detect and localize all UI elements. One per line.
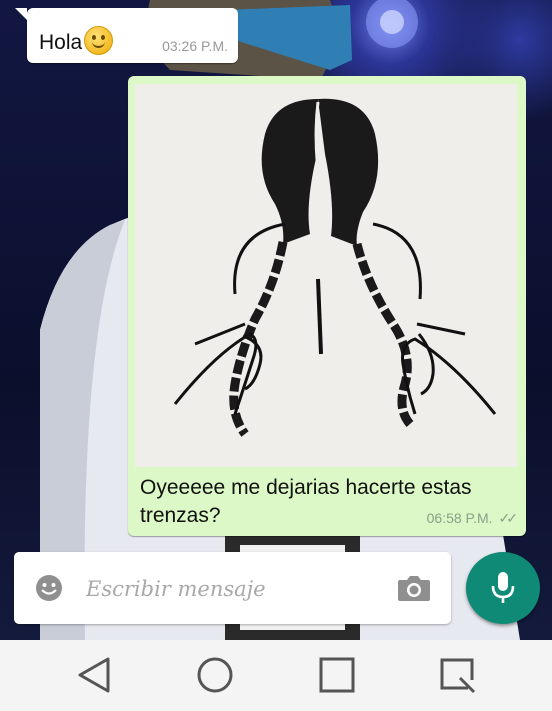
message-composer <box>14 552 451 624</box>
outgoing-message-bubble[interactable]: Oyeeeee me dejarias hacerte estas trenza… <box>128 76 526 536</box>
image-attachment[interactable] <box>135 84 517 467</box>
smiley-icon[interactable] <box>34 573 64 608</box>
system-navigation-bar <box>0 640 552 711</box>
message-input[interactable] <box>84 570 378 608</box>
microphone-icon <box>491 572 515 603</box>
message-timestamp: 03:26 P.M. <box>162 38 228 54</box>
read-double-check-icon: ✓✓ <box>498 510 519 526</box>
home-circle-icon[interactable] <box>196 656 234 699</box>
back-triangle-icon[interactable] <box>76 656 112 699</box>
recents-square-icon[interactable] <box>318 656 356 699</box>
camera-icon[interactable] <box>397 574 431 607</box>
message-text: Hola <box>39 26 114 55</box>
braids-drawing-image <box>135 84 517 467</box>
bubble-tail <box>15 8 27 20</box>
slightly-smiling-face-icon <box>84 26 114 55</box>
message-timestamp: 06:58 P.M. ✓✓ <box>426 510 519 526</box>
voice-message-button[interactable] <box>466 552 540 624</box>
screenshot-icon[interactable] <box>438 656 478 701</box>
incoming-message-bubble[interactable]: Hola 03:26 P.M. <box>15 8 238 63</box>
